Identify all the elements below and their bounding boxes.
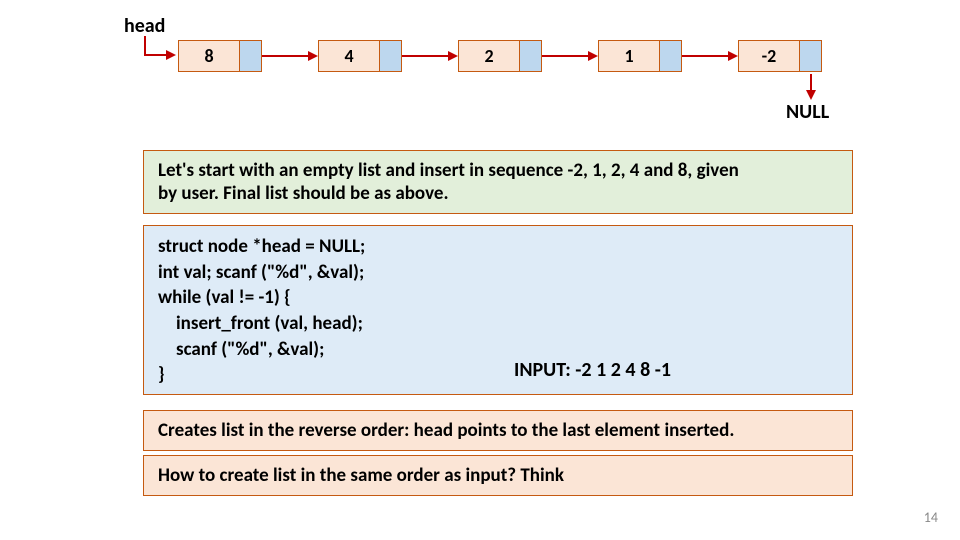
node-value: 8	[179, 41, 239, 71]
head-label: head	[124, 14, 165, 38]
code-line-3: while (val != -1) {	[158, 285, 838, 311]
code-line-1: struct node *head = NULL;	[158, 234, 838, 260]
code-line-4: insert_front (val, head);	[158, 311, 838, 337]
node-0: 8	[178, 40, 262, 72]
description-line1: Let's start with an empty list and inser…	[158, 159, 838, 182]
link-arrow-0-tip	[308, 51, 318, 61]
code-box: struct node *head = NULL; int val; scanf…	[143, 225, 853, 395]
link-arrow-3	[682, 55, 730, 57]
node-4: -2	[738, 40, 822, 72]
node-value: 1	[599, 41, 659, 71]
node-value: 4	[319, 41, 379, 71]
description-line2: by user. Final list should be as above.	[158, 182, 838, 205]
arrow-head-to-node-tip	[166, 50, 176, 60]
arrow-head-to-node	[144, 36, 146, 54]
node-3: 1	[598, 40, 682, 72]
link-arrow-null-tip	[806, 90, 816, 100]
link-arrow-2	[542, 55, 590, 57]
link-arrow-1	[402, 55, 450, 57]
input-label: INPUT: -2 1 2 4 8 -1	[514, 358, 671, 382]
link-arrow-3-tip	[728, 51, 738, 61]
description-box: Let's start with an empty list and inser…	[143, 150, 853, 214]
node-value: -2	[739, 41, 799, 71]
link-arrow-0	[262, 55, 310, 57]
note-box-1: Creates list in the reverse order: head …	[143, 410, 853, 451]
node-pointer	[239, 41, 261, 71]
node-pointer	[379, 41, 401, 71]
code-line-5: scanf ("%d", &val);	[158, 337, 838, 363]
page-number: 14	[924, 509, 938, 526]
node-1: 4	[318, 40, 402, 72]
link-arrow-2-tip	[588, 51, 598, 61]
code-line-2: int val; scanf ("%d", &val);	[158, 260, 838, 286]
node-pointer	[519, 41, 541, 71]
node-pointer	[799, 41, 821, 71]
null-label: NULL	[786, 100, 829, 124]
code-line-6: }	[158, 362, 838, 388]
node-value: 2	[459, 41, 519, 71]
node-2: 2	[458, 40, 542, 72]
node-pointer	[659, 41, 681, 71]
arrow-head-to-node-h	[144, 54, 168, 56]
link-arrow-1-tip	[448, 51, 458, 61]
note-box-2: How to create list in the same order as …	[143, 455, 853, 496]
